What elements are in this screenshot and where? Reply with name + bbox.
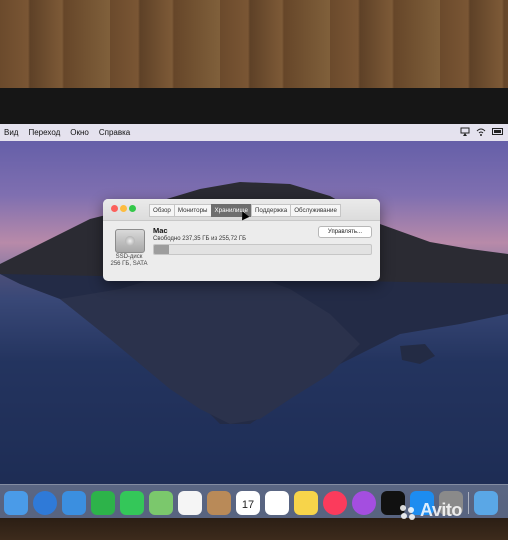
notes-icon[interactable] [294,491,318,515]
reminders-icon[interactable] [265,491,289,515]
tab-overview[interactable]: Обзор [149,204,175,217]
catalina-island-wallpaper [0,182,508,484]
free-space-text: Свободно 237,35 ГБ из 255,72 ГБ [153,236,247,242]
safari-icon[interactable] [33,491,57,515]
calendar-icon[interactable]: 17 [236,491,260,515]
mail-icon[interactable] [62,491,86,515]
menu-bar: Вид Переход Окно Справка [0,124,508,141]
disk-type-label: SSD-диск [115,254,143,260]
photos-icon[interactable] [178,491,202,515]
menu-extras [460,127,503,136]
laptop-screen: Вид Переход Окно Справка Обзор Мониторы … [0,124,508,520]
minimize-button[interactable] [120,205,127,212]
watermark-text: Avito [420,500,462,520]
table-edge [0,518,508,540]
contacts-icon[interactable] [207,491,231,515]
menu-go[interactable]: Переход [28,128,60,137]
wifi-icon[interactable] [476,127,486,136]
avito-logo-icon [400,505,416,521]
wooden-background [0,0,508,96]
close-button[interactable] [111,205,118,212]
zoom-button[interactable] [129,205,136,212]
menu-window[interactable]: Окно [70,128,89,137]
finder-icon[interactable] [4,491,28,515]
hard-drive-icon [115,229,145,253]
facetime-icon[interactable] [91,491,115,515]
volume-name: Mac [153,226,168,235]
storage-panel: SSD-диск 256 ГБ, SATA Mac Свободно 237,3… [103,221,380,281]
airplay-icon[interactable] [460,127,470,136]
battery-icon[interactable] [492,127,503,136]
maps-icon[interactable] [149,491,173,515]
tab-service[interactable]: Обслуживание [290,204,341,217]
tab-support[interactable]: Поддержка [250,204,292,217]
music-icon[interactable] [323,491,347,515]
menu-help[interactable]: Справка [99,128,130,137]
storage-usage-fill [154,245,170,254]
dock-separator [468,492,469,514]
tab-displays[interactable]: Мониторы [173,204,212,217]
disk-spec-label: 256 ГБ, SATA [110,261,148,267]
manage-button[interactable]: Управлять... [318,226,372,238]
messages-icon[interactable] [120,491,144,515]
downloads-folder-icon[interactable] [474,491,498,515]
menu-view[interactable]: Вид [4,128,18,137]
podcasts-icon[interactable] [352,491,376,515]
storage-usage-bar [153,244,372,255]
